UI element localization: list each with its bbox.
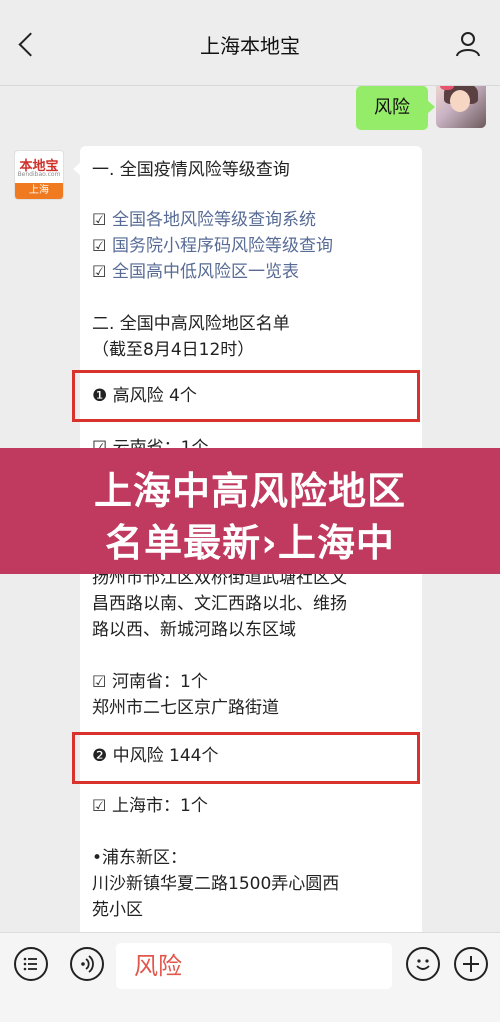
bot-logo-city: 上海 (15, 183, 63, 199)
banner-line-2: 名单最新›上海中 (105, 521, 395, 565)
voice-button[interactable] (70, 947, 104, 981)
link-item[interactable]: 国务院小程序码风险等级查询 (92, 234, 333, 258)
input-bar: 风险 (0, 932, 500, 1022)
henan-detail: 郑州市二七区京广路街道 (92, 698, 279, 718)
pudong-line-1: 川沙新镇华夏二路1500弄心圆西 (92, 874, 340, 894)
mid-risk-count: ❷ 中风险 144个 (92, 746, 219, 766)
banner-line-1: 上海中高风险地区 (93, 469, 406, 513)
link-item[interactable]: 全国高中低风险区一览表 (92, 260, 299, 284)
profile-button[interactable] (452, 28, 484, 60)
section2-date: （截至8月4日12时） (92, 340, 255, 360)
pudong-label: •浦东新区： (92, 848, 188, 868)
section2-title: 二. 全国中高风险地区名单 (92, 314, 290, 334)
bot-avatar[interactable]: 本地宝 Bendibao.com 上海 (14, 150, 64, 200)
title-banner: 上海中高风险地区 名单最新›上海中 (0, 448, 500, 574)
henan-label: 河南省：1个 (92, 670, 208, 694)
shanghai-label: 上海市：1个 (92, 794, 208, 818)
miniprogram-query-link[interactable]: 国务院小程序码风险等级查询 (112, 236, 333, 256)
link-item[interactable]: 全国各地风险等级查询系统 (92, 208, 316, 232)
chat-title: 上海本地宝 (200, 34, 300, 58)
high-risk-count: ❶ 高风险 4个 (92, 386, 197, 406)
plus-icon (463, 956, 479, 972)
yangzhou-line-2: 昌西路以南、文汇西路以北、维扬 (92, 594, 347, 614)
person-icon (456, 32, 480, 57)
emoji-button[interactable] (406, 947, 440, 981)
emoji-icon (416, 959, 430, 970)
message-input[interactable]: 风险 (116, 943, 392, 989)
pudong-line-2: 苑小区 (92, 900, 143, 920)
user-avatar[interactable] (436, 86, 486, 128)
menu-button[interactable] (14, 947, 48, 981)
bot-logo-url: Bendibao.com (17, 171, 61, 178)
yangzhou-line-3: 路以西、新城河路以东区域 (92, 620, 296, 640)
voice-icon (81, 955, 94, 973)
chat-header: 上海本地宝 (0, 0, 500, 86)
add-button[interactable] (454, 947, 488, 981)
section1-title: 一. 全国疫情风险等级查询 (92, 160, 290, 180)
risk-query-link[interactable]: 全国各地风险等级查询系统 (112, 210, 316, 230)
menu-list-icon (23, 957, 37, 971)
risk-list-link[interactable]: 全国高中低风险区一览表 (112, 262, 299, 282)
user-message-bubble[interactable]: 风险 (356, 86, 435, 130)
